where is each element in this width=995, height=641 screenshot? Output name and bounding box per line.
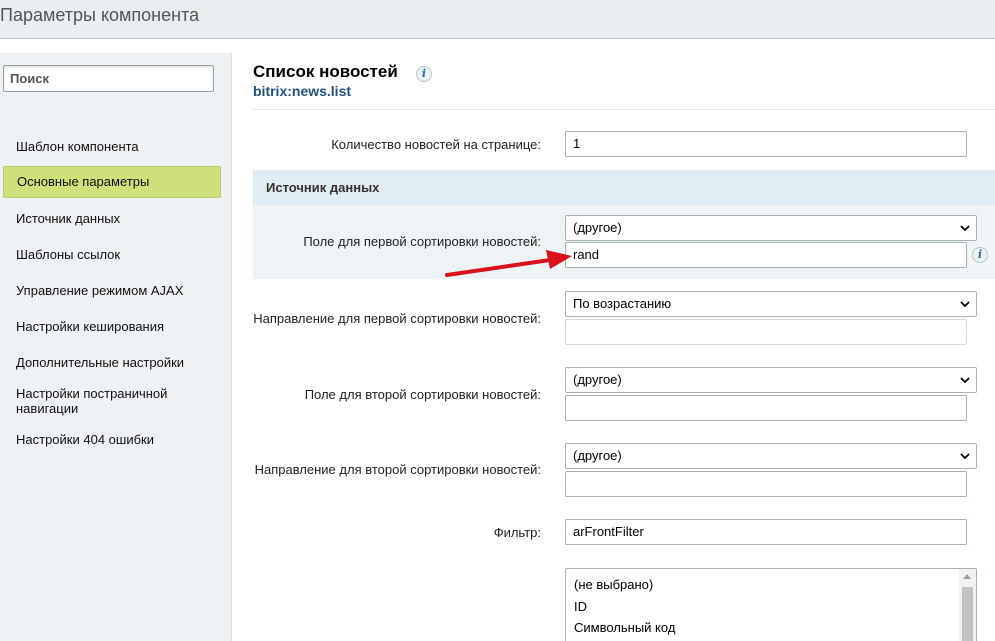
sidebar-item-additional[interactable]: Дополнительные настройки [3, 355, 221, 370]
news-count-label: Количество новостей на странице: [331, 137, 541, 152]
chevron-down-icon [960, 301, 970, 308]
sort-field-2-label: Поле для второй сортировки новостей: [304, 387, 541, 402]
list-item[interactable]: ID [574, 599, 587, 614]
filter-input[interactable]: arFrontFilter [565, 519, 967, 545]
scroll-up-icon[interactable] [963, 574, 971, 579]
filter-label: Фильтр: [493, 525, 541, 540]
section-title: Источник данных [266, 180, 380, 195]
divider [253, 109, 995, 110]
sort-order-2-select[interactable]: (другое) [565, 443, 977, 469]
sort-order-1-select[interactable]: По возрастанию [565, 291, 977, 317]
sort-order-1-label: Направление для первой сортировки новост… [253, 311, 541, 326]
sidebar-item-404[interactable]: Настройки 404 ошибки [3, 432, 221, 447]
component-code: bitrix:news.list [253, 83, 352, 99]
sort-order-1-selected: По возрастанию [573, 296, 672, 311]
info-icon[interactable]: i [416, 66, 432, 82]
sort-field-2-selected: (другое) [573, 372, 622, 387]
search-input[interactable] [3, 65, 214, 92]
chevron-down-icon [960, 377, 970, 384]
scroll-thumb[interactable] [962, 587, 973, 641]
sort-field-1-select[interactable]: (другое) [565, 215, 977, 241]
sidebar-item-cache[interactable]: Настройки кеширования [3, 319, 221, 334]
sort-order-2-selected: (другое) [573, 448, 622, 463]
window-titlebar: Параметры компонента [0, 0, 995, 39]
sidebar: Шаблон компонента Основные параметры Ист… [0, 53, 232, 641]
sort-field-1-label: Поле для первой сортировки новостей: [303, 234, 541, 249]
component-title: Список новостей [253, 62, 398, 81]
chevron-down-icon [960, 225, 970, 232]
list-item[interactable]: (не выбрано) [574, 577, 653, 592]
sort-field-1-custom-input[interactable]: rand [565, 242, 967, 268]
news-count-input[interactable]: 1 [565, 131, 967, 157]
listbox-scrollbar[interactable] [959, 569, 976, 641]
sidebar-item-url-templates[interactable]: Шаблоны ссылок [3, 247, 221, 262]
section-header-data-source: Источник данных [253, 170, 995, 205]
sort-order-2-label: Направление для второй сортировки новост… [254, 462, 541, 477]
sidebar-item-template[interactable]: Шаблон компонента [3, 139, 221, 154]
window-title: Параметры компонента [0, 5, 200, 25]
sidebar-item-basic-params[interactable]: Основные параметры [3, 166, 221, 198]
info-icon[interactable]: i [972, 247, 988, 263]
sort-order-1-custom-input[interactable] [565, 319, 967, 345]
sort-field-2-custom-input[interactable] [565, 395, 967, 421]
sort-field-1-selected: (другое) [573, 220, 622, 235]
sort-field-2-select[interactable]: (другое) [565, 367, 977, 393]
main-panel: Список новостей i bitrix:news.list Колич… [232, 40, 995, 641]
sort-order-2-custom-input[interactable] [565, 471, 967, 497]
sidebar-item-pagination[interactable]: Настройки постраничной навигации [3, 386, 203, 416]
field-code-listbox[interactable]: (не выбрано) ID Символьный код [565, 568, 977, 641]
sidebar-item-data-source[interactable]: Источник данных [3, 211, 221, 226]
list-item[interactable]: Символьный код [574, 620, 675, 635]
chevron-down-icon [960, 453, 970, 460]
sidebar-item-ajax[interactable]: Управление режимом AJAX [3, 283, 221, 298]
